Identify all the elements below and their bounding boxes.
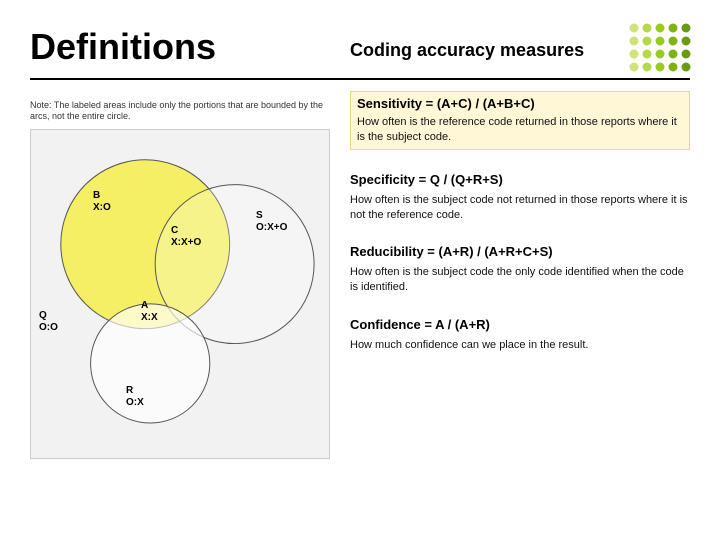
desc: How often is the subject code the only c…	[350, 265, 690, 295]
subtitle: Coding accuracy measures	[350, 40, 690, 61]
venn-label-Q: Q O:O	[39, 310, 58, 334]
measure-confidence: Confidence = A / (A+R) How much confiden…	[350, 317, 690, 353]
venn-label-B: B X:O	[93, 190, 111, 214]
venn-label-S: S O:X+O	[256, 210, 287, 234]
desc: How often is the reference code returned…	[357, 115, 683, 145]
venn-svg	[31, 130, 329, 458]
left-column: Note: The labeled areas include only the…	[30, 100, 330, 459]
desc: How much confidence can we place in the …	[350, 338, 690, 353]
venn-diagram: B X:O C X:X+O S O:X+O Q O:O A X:X R O:X	[30, 129, 330, 459]
venn-label-A: A X:X	[141, 300, 158, 324]
desc: How often is the subject code not return…	[350, 193, 690, 223]
measure-reducibility: Reducibility = (A+R) / (A+R+C+S) How oft…	[350, 244, 690, 295]
venn-label-R: R O:X	[126, 385, 144, 409]
formula: Confidence = A / (A+R)	[350, 317, 690, 332]
formula: Reducibility = (A+R) / (A+R+C+S)	[350, 244, 690, 259]
formula: Specificity = Q / (Q+R+S)	[350, 172, 690, 187]
measure-specificity: Specificity = Q / (Q+R+S) How often is t…	[350, 172, 690, 223]
venn-note: Note: The labeled areas include only the…	[30, 100, 330, 123]
right-column: Coding accuracy measures Sensitivity = (…	[350, 40, 690, 375]
measure-sensitivity: Sensitivity = (A+C) / (A+B+C) How often …	[350, 91, 690, 150]
slide: Definitions Note: The labeled areas incl…	[0, 0, 720, 540]
venn-label-C: C X:X+O	[171, 225, 201, 249]
formula: Sensitivity = (A+C) / (A+B+C)	[357, 96, 683, 111]
